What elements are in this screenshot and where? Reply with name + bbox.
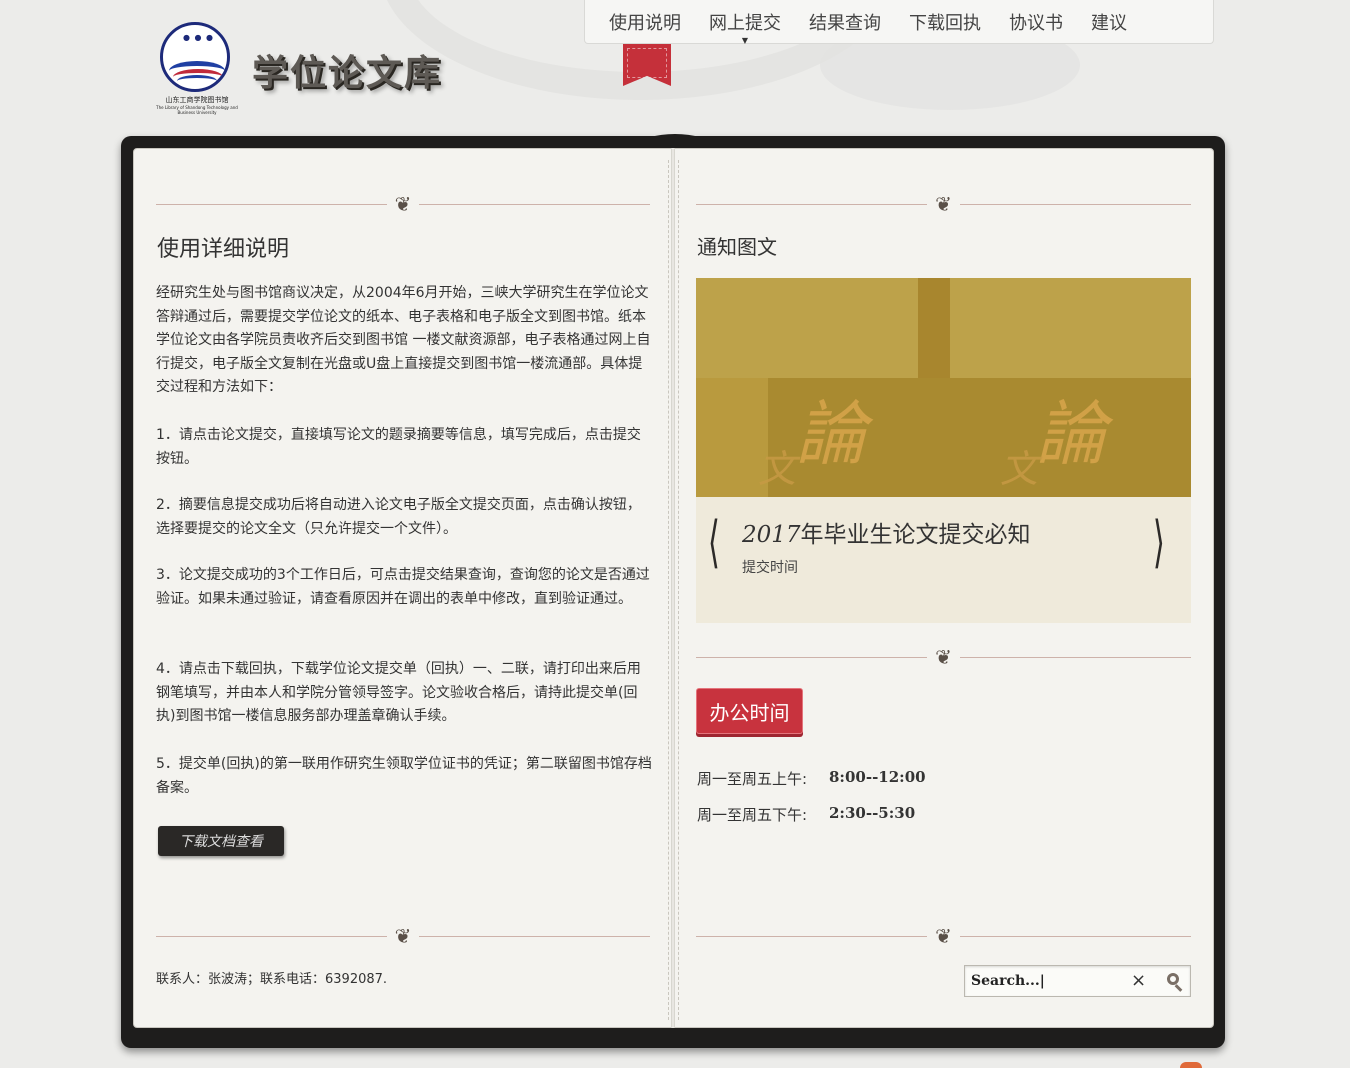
nav-item-receipt[interactable]: 下载回执 [909, 9, 981, 35]
slide-title-year: 2017 [742, 522, 801, 548]
nav-label: 协议书 [1009, 12, 1063, 34]
logo-seal-text: ● ● ● [183, 33, 215, 42]
office-hours-row: 周一至周五下午: 2:30--5:30 [697, 804, 915, 825]
office-hours-row: 周一至周五上午: 8:00--12:00 [697, 768, 926, 789]
nav-item-agreement[interactable]: 协议书 [1009, 9, 1063, 35]
nav-item-suggestion[interactable]: 建议 [1091, 9, 1127, 35]
slide-caption: 2017年毕业生论文提交必知 提交时间 [696, 497, 1191, 623]
corner-decoration [1180, 1062, 1202, 1068]
notice-heading: 通知图文 [697, 235, 777, 259]
step-item: 3．论文提交成功的3个工作日后，可点击提交结果查询，查询您的论文是否通过验证。如… [156, 567, 650, 607]
logo-caption-en: The Library of Shandong Technology and B… [156, 105, 238, 115]
ornament-icon: ❦ [935, 924, 952, 948]
calligraphy-decoration: 論 [796, 393, 866, 475]
step-item: 2．摘要信息提交成功后将自动进入论文电子版全文提交页面，点击确认按钮，选择要提交… [156, 497, 641, 537]
chevron-left-icon[interactable]: ⟨ [708, 510, 720, 575]
contact-info: 联系人：张波涛；联系电话：6392087. [156, 972, 388, 987]
calligraphy-decoration: 論 [1036, 393, 1106, 475]
nav-item-results[interactable]: 结果查询 [809, 9, 881, 35]
logo-emblem: ● ● ● [160, 22, 230, 92]
ornament-divider: ❦ [156, 192, 651, 216]
ornament-divider: ❦ [696, 924, 1192, 948]
intro-paragraph: 经研究生处与图书馆商议决定，从2004年6月开始，三峡大学研究生在学位论文答辩通… [156, 285, 651, 395]
nav-label: 结果查询 [809, 12, 881, 34]
hours-value: 8:00--12:00 [829, 768, 926, 786]
book-gutter [671, 148, 675, 1028]
ornament-icon: ❦ [935, 192, 952, 216]
step-item: 5．提交单(回执)的第一联用作研究生领取学位证书的凭证；第二联留图书馆存档备案。 [156, 756, 652, 796]
hours-value: 2:30--5:30 [829, 804, 916, 822]
nav-label: 网上提交 [709, 12, 781, 34]
notice-slider[interactable]: 論 文 論 文 2017年毕业生论文提交必知 提交时间 [696, 278, 1191, 623]
search-input[interactable] [965, 973, 1125, 989]
calligraphy-decoration: 文 [758, 447, 797, 491]
ornament-icon: ❦ [394, 924, 412, 948]
logo-caption: 山东工商学院图书馆 The Library of Shandong Techno… [148, 96, 246, 115]
nav-item-submit[interactable]: 网上提交 ▼ [709, 9, 781, 45]
slide-title[interactable]: 2017年毕业生论文提交必知 [742, 515, 1031, 549]
office-hours-badge: 办公时间 [696, 688, 803, 734]
hours-label: 周一至周五下午: [697, 806, 808, 824]
page-stitch [668, 160, 669, 1020]
chevron-right-icon[interactable]: ⟩ [1153, 510, 1165, 575]
ornament-icon: ❦ [394, 192, 412, 216]
site-title: 学位论文库 [252, 52, 443, 94]
main-nav: 使用说明 网上提交 ▼ 结果查询 下载回执 协议书 建议 [584, 0, 1214, 45]
usage-heading: 使用详细说明 [157, 237, 290, 262]
ornament-divider: ❦ [696, 645, 1192, 669]
hours-label: 周一至周五上午: [697, 770, 808, 788]
calligraphy-decoration: 文 [1000, 447, 1039, 491]
nav-label: 建议 [1091, 12, 1127, 34]
slide-image[interactable]: 論 文 論 文 [696, 278, 1191, 497]
search-box: × [964, 965, 1191, 997]
nav-label: 下载回执 [909, 12, 981, 34]
close-icon[interactable]: × [1131, 970, 1146, 991]
slide-title-text: 年毕业生论文提交必知 [800, 522, 1031, 548]
step-item: 1．请点击论文提交，直接填写论文的题录摘要等信息，填写完成后，点击提交按钮。 [156, 427, 641, 467]
download-document-button[interactable]: 下载文档查看 [158, 826, 284, 856]
library-logo[interactable]: ● ● ● 山东工商学院图书馆 The Library of Shandong … [146, 22, 246, 117]
caret-down-icon: ▼ [741, 35, 749, 45]
search-icon[interactable] [1163, 969, 1187, 993]
nav-item-usage[interactable]: 使用说明 [609, 9, 681, 35]
slide-subtitle: 提交时间 [742, 560, 798, 576]
ornament-icon: ❦ [935, 645, 952, 669]
ornament-divider: ❦ [156, 924, 651, 948]
step-item: 4．请点击下载回执，下载学位论文提交单（回执）一、二联，请打印出来后用钢笔填写，… [156, 661, 641, 724]
logo-caption-cn: 山东工商学院图书馆 [165, 96, 229, 104]
nav-label: 使用说明 [609, 12, 681, 34]
ornament-divider: ❦ [696, 192, 1192, 216]
page-stitch [678, 160, 679, 1020]
